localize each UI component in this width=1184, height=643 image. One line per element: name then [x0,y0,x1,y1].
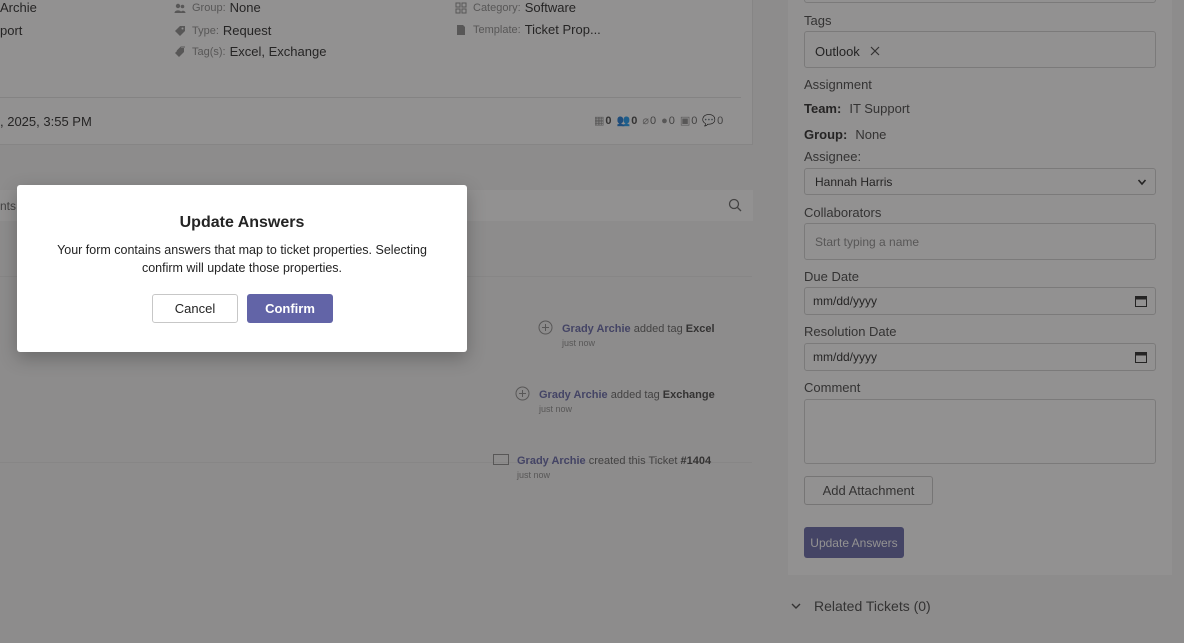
update-answers-dialog: Update Answers Your form contains answer… [17,185,467,352]
dialog-message: Your form contains answers that map to t… [57,243,427,275]
confirm-button[interactable]: Confirm [247,294,333,323]
dialog-actions: Cancel Confirm [152,294,333,323]
cancel-button[interactable]: Cancel [152,294,238,323]
dialog-title: Update Answers [179,214,305,231]
